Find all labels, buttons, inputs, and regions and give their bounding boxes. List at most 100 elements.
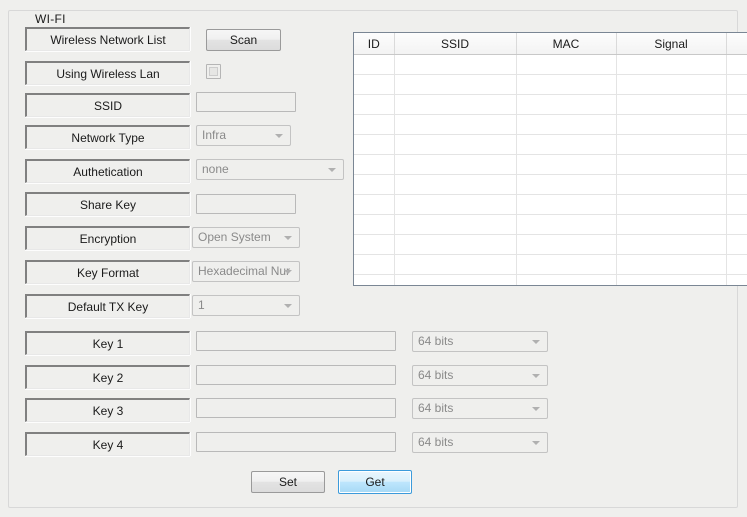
authetication-value: none	[202, 162, 229, 176]
table-row[interactable]	[354, 134, 747, 155]
table-cell	[726, 94, 747, 115]
table-cell	[394, 234, 517, 255]
table-cell	[394, 94, 517, 115]
table-cell	[516, 154, 617, 175]
table-cell	[516, 134, 617, 155]
table-cell	[616, 154, 727, 175]
table-cell	[394, 134, 517, 155]
default-tx-key-select[interactable]: 1	[192, 295, 300, 316]
chevron-down-icon	[532, 406, 540, 411]
table-cell	[354, 234, 395, 255]
key-3-bits-select[interactable]: 64 bits	[412, 398, 548, 419]
set-button[interactable]: Set	[251, 471, 325, 493]
label-encryption: Encryption	[25, 226, 190, 250]
table-row[interactable]	[354, 234, 747, 255]
key-format-value: Hexadecimal Nur	[198, 264, 291, 278]
table-cell	[354, 114, 395, 135]
table-cell	[516, 274, 617, 285]
column-header-signal[interactable]: Signal	[616, 33, 727, 55]
table-cell	[616, 114, 727, 135]
table-cell	[354, 174, 395, 195]
share-key-input[interactable]	[196, 194, 296, 214]
chevron-down-icon	[532, 373, 540, 378]
column-header-id[interactable]: ID	[354, 33, 395, 55]
label-key-4: Key 4	[25, 432, 190, 456]
using-wireless-lan-checkbox[interactable]	[206, 64, 221, 79]
key-1-bits-value: 64 bits	[418, 334, 454, 348]
scan-button[interactable]: Scan	[206, 29, 281, 51]
table-cell	[516, 194, 617, 215]
table-cell	[354, 254, 395, 275]
table-cell	[354, 94, 395, 115]
key-1-input[interactable]	[196, 331, 396, 351]
chevron-down-icon	[532, 339, 540, 344]
column-header-mac[interactable]: MAC	[516, 33, 617, 55]
table-cell	[394, 254, 517, 275]
checkbox-inner	[209, 67, 218, 76]
table-cell	[616, 194, 727, 215]
chevron-down-icon	[284, 269, 292, 274]
column-header-ssid[interactable]: SSID	[394, 33, 517, 55]
table-cell	[726, 74, 747, 95]
table-row[interactable]	[354, 74, 747, 95]
key-2-input[interactable]	[196, 365, 396, 385]
table-cell	[516, 234, 617, 255]
table-cell	[616, 274, 727, 285]
table-cell	[616, 234, 727, 255]
network-type-value: Infra	[202, 128, 227, 142]
table-cell	[616, 74, 727, 95]
network-type-select[interactable]: Infra	[196, 125, 291, 146]
default-tx-key-value: 1	[198, 298, 205, 312]
table-row[interactable]	[354, 254, 747, 275]
label-network-type: Network Type	[25, 125, 190, 149]
table-cell	[516, 114, 617, 135]
label-key-3: Key 3	[25, 398, 190, 422]
table-cell	[616, 54, 727, 75]
encryption-select[interactable]: Open System	[192, 227, 300, 248]
key-4-input[interactable]	[196, 432, 396, 452]
table-cell	[616, 134, 727, 155]
table-header-row: ID SSID MAC Signal	[354, 33, 747, 55]
authetication-select[interactable]: none	[196, 159, 344, 180]
table-cell	[354, 154, 395, 175]
table-cell	[394, 274, 517, 285]
table-cell	[726, 274, 747, 285]
table-cell	[354, 54, 395, 75]
table-row[interactable]	[354, 194, 747, 215]
table-cell	[354, 74, 395, 95]
table-cell	[516, 54, 617, 75]
get-button[interactable]: Get	[338, 470, 412, 494]
table-row[interactable]	[354, 214, 747, 235]
table-cell	[726, 114, 747, 135]
table-row[interactable]	[354, 154, 747, 175]
key-2-bits-select[interactable]: 64 bits	[412, 365, 548, 386]
column-header-extra[interactable]	[726, 33, 747, 55]
table-row[interactable]	[354, 114, 747, 135]
table-row[interactable]	[354, 174, 747, 195]
table-cell	[394, 194, 517, 215]
key-4-bits-select[interactable]: 64 bits	[412, 432, 548, 453]
table-row[interactable]	[354, 274, 747, 285]
table-cell	[616, 254, 727, 275]
key-format-select[interactable]: Hexadecimal Nur	[192, 261, 300, 282]
table-cell	[616, 94, 727, 115]
wifi-group-title: WI-FI	[31, 12, 70, 26]
table-cell	[394, 214, 517, 235]
ssid-input[interactable]	[196, 92, 296, 112]
label-share-key: Share Key	[25, 192, 190, 216]
key-3-input[interactable]	[196, 398, 396, 418]
table-row[interactable]	[354, 94, 747, 115]
key-1-bits-select[interactable]: 64 bits	[412, 331, 548, 352]
key-4-bits-value: 64 bits	[418, 435, 454, 449]
table-row[interactable]	[354, 54, 747, 75]
table-cell	[726, 174, 747, 195]
network-list-table[interactable]: ID SSID MAC Signal	[353, 32, 747, 286]
table-cell	[394, 114, 517, 135]
label-authetication: Authetication	[25, 159, 190, 183]
table-cell	[726, 54, 747, 75]
label-using-wireless-lan: Using Wireless Lan	[25, 61, 190, 85]
table-cell	[726, 134, 747, 155]
chevron-down-icon	[328, 167, 336, 172]
chevron-down-icon	[284, 235, 292, 240]
table-cell	[354, 134, 395, 155]
